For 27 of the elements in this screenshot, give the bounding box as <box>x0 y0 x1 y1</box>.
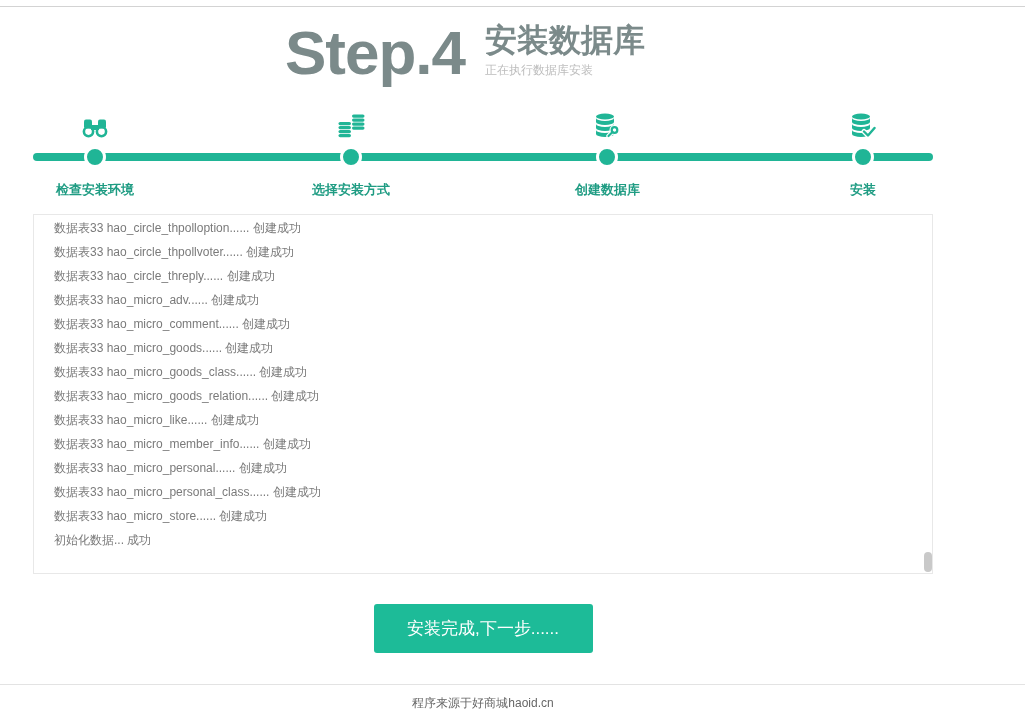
step-label: 检查安装环境 <box>56 182 134 198</box>
log-line: 数据表33 hao_circle_threply...... 创建成功 <box>54 268 276 285</box>
page-subtitle: 正在执行数据库安装 <box>485 62 594 78</box>
next-button[interactable]: 安装完成,下一步...... <box>373 604 593 653</box>
log-line: 数据表33 hao_circle_thpollvoter...... 创建成功 <box>54 244 296 261</box>
log-line: 数据表33 hao_micro_personal_class...... 创建成功 <box>54 484 322 501</box>
step-label: 创建数据库 <box>574 182 640 198</box>
log-line: 初始化数据... 成功 <box>54 532 153 549</box>
log-line: 数据表33 hao_micro_goods_class...... 创建成功 <box>54 364 309 381</box>
database-key-icon <box>594 113 620 138</box>
footer-text: 程序来源于好商城haoid.cn <box>412 695 554 711</box>
step-label: 安装 <box>850 182 876 198</box>
binoculars-icon <box>82 119 108 138</box>
log-line: 数据表33 hao_micro_personal...... 创建成功 <box>54 460 288 477</box>
log-line: 数据表33 hao_micro_goods...... 创建成功 <box>54 340 275 357</box>
log-line: 数据表33 hao_micro_like...... 创建成功 <box>54 412 260 429</box>
log-line: 数据表33 hao_micro_adv...... 创建成功 <box>54 292 261 309</box>
database-check-icon <box>850 113 876 138</box>
log-line: 数据表33 hao_circle_thpolloption...... 创建成功 <box>54 220 302 237</box>
scrollbar-thumb[interactable] <box>924 552 932 572</box>
coins-icon <box>337 114 365 138</box>
step-label: 选择安装方式 <box>312 182 390 198</box>
log-line: 数据表33 hao_micro_store...... 创建成功 <box>54 508 269 525</box>
log-line: 数据表33 hao_micro_goods_relation...... 创建成功 <box>54 388 321 405</box>
log-line: 数据表33 hao_micro_comment...... 创建成功 <box>54 316 292 333</box>
page-title: 安装数据库 <box>485 22 646 58</box>
log-line: 数据表33 hao_micro_member_info...... 创建成功 <box>54 436 312 453</box>
